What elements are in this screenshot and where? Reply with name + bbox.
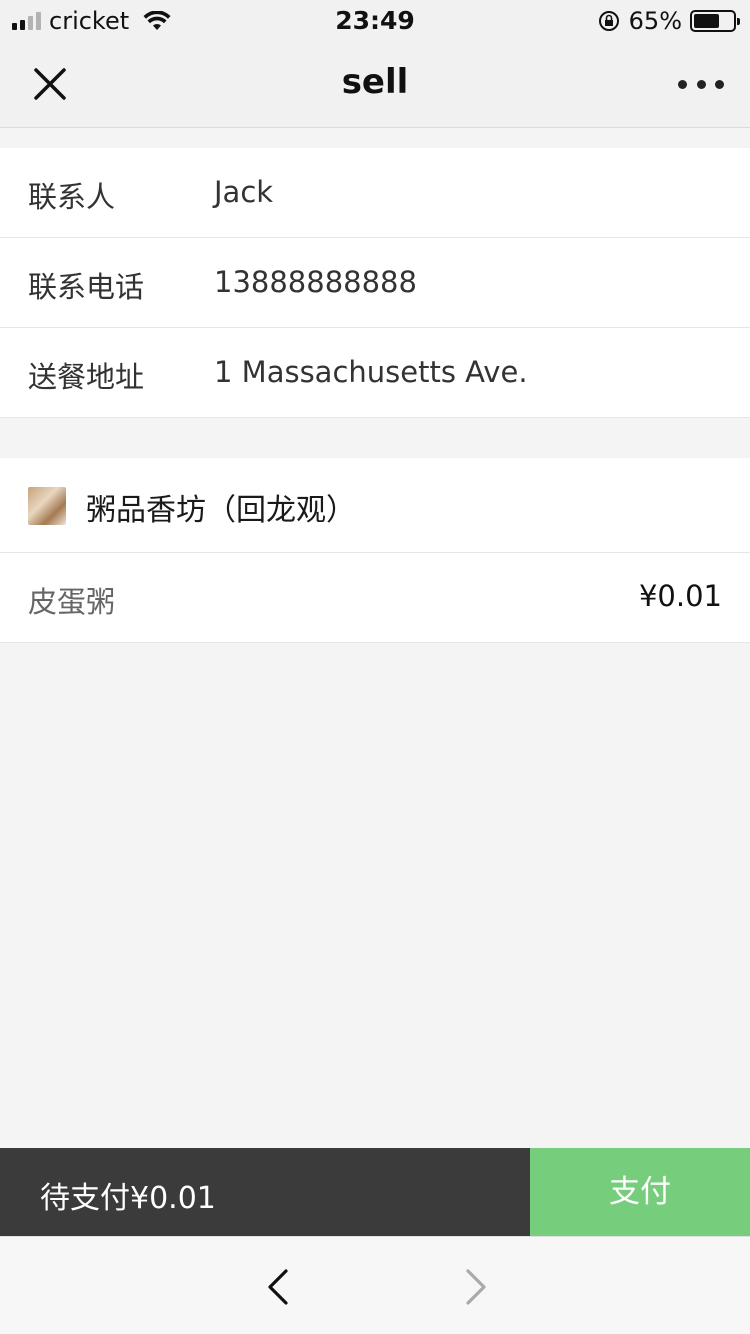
pay-bar: 待支付¥0.01 支付 xyxy=(0,1148,750,1236)
contact-form: 联系人 Jack 联系电话 13888888888 送餐地址 1 Massach… xyxy=(0,148,750,418)
status-bar: cricket 23:49 65% xyxy=(0,0,750,42)
chevron-left-icon[interactable] xyxy=(258,1265,298,1309)
page-title: sell xyxy=(341,62,409,102)
nav-bar: sell xyxy=(0,42,750,128)
browser-toolbar xyxy=(0,1236,750,1334)
signal-icon xyxy=(12,12,41,30)
screen: cricket 23:49 65% sell 联系人 Jack 联系电话 138… xyxy=(0,0,750,1334)
contact-name-value[interactable]: Jack xyxy=(214,175,273,209)
item-name: 皮蛋粥 xyxy=(28,585,116,619)
pay-total-text: 待支付¥0.01 xyxy=(40,1181,216,1216)
contact-name-label: 联系人 xyxy=(28,180,116,214)
shop-name: 粥品香坊（回龙观） xyxy=(86,493,356,528)
contact-phone-label: 联系电话 xyxy=(28,270,145,304)
contact-phone-value[interactable]: 13888888888 xyxy=(214,265,417,299)
shop-row[interactable]: 粥品香坊（回龙观） xyxy=(0,458,750,553)
delivery-address-label: 送餐地址 xyxy=(28,360,145,394)
list-item: 皮蛋粥 ¥0.01 xyxy=(0,553,750,643)
contact-phone-row[interactable]: 联系电话 13888888888 xyxy=(0,238,750,328)
order-section: 粥品香坊（回龙观） 皮蛋粥 ¥0.01 xyxy=(0,458,750,643)
battery-fill xyxy=(694,14,719,28)
delivery-address-value[interactable]: 1 Massachusetts Ave. xyxy=(214,355,528,389)
status-right: 65% xyxy=(597,7,740,35)
battery-percent: 65% xyxy=(628,7,682,35)
carrier-name: cricket xyxy=(49,7,130,35)
delivery-address-row[interactable]: 送餐地址 1 Massachusetts Ave. xyxy=(0,328,750,418)
shop-logo-icon xyxy=(28,487,66,525)
wifi-icon xyxy=(143,11,171,30)
battery-icon xyxy=(690,10,740,32)
orientation-lock-icon xyxy=(598,11,619,31)
close-icon[interactable] xyxy=(30,64,70,104)
pay-total: 待支付¥0.01 xyxy=(0,1148,530,1236)
pay-button[interactable]: 支付 xyxy=(530,1148,750,1236)
item-price: ¥0.01 xyxy=(638,579,722,613)
more-icon[interactable] xyxy=(678,70,724,98)
chevron-right-icon[interactable] xyxy=(456,1265,496,1309)
contact-name-row[interactable]: 联系人 Jack xyxy=(0,148,750,238)
status-left: cricket xyxy=(12,7,171,35)
